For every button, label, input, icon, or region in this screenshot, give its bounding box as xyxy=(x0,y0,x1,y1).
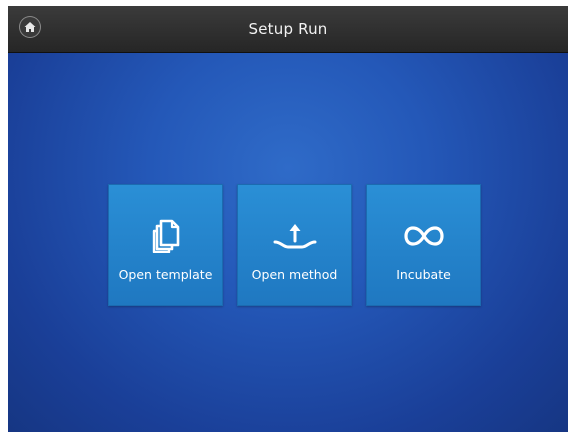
page-title: Setup Run xyxy=(248,20,328,38)
incubate-button[interactable]: Incubate xyxy=(366,184,481,306)
tile-label: Incubate xyxy=(396,267,451,282)
open-method-button[interactable]: Open method xyxy=(237,184,352,306)
tile-label: Open method xyxy=(251,267,338,282)
title-bar: Setup Run xyxy=(8,6,568,53)
tile-label: Open template xyxy=(118,267,213,282)
infinity-icon xyxy=(367,218,480,254)
device-screen: Setup Run Open template Open method Incu… xyxy=(8,6,568,432)
copy-documents-icon xyxy=(109,218,222,254)
open-template-button[interactable]: Open template xyxy=(108,184,223,306)
upload-arrow-icon xyxy=(238,218,351,254)
action-tiles: Open template Open method Incubate xyxy=(108,184,481,306)
